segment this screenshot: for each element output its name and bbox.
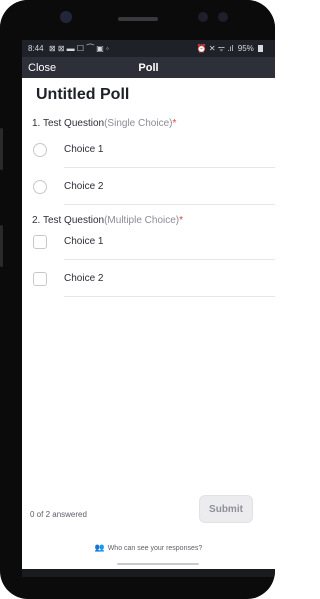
checkbox[interactable] xyxy=(33,234,47,249)
choice-option[interactable]: Choice 1 xyxy=(22,131,275,168)
phone-frame: 8:44 ⊠ ⊠ ▬ ☐ ⏜ ▣ ◦ ⏰ ✕ ᯤ .ıl 95% Close P… xyxy=(0,0,275,599)
poll-content: Untitled Poll 1. Test Question(Single Ch… xyxy=(22,86,275,297)
choice-option[interactable]: Choice 2 xyxy=(22,168,275,205)
choice-label: Choice 1 xyxy=(64,236,104,247)
checkbox[interactable] xyxy=(33,271,47,286)
required-marker: * xyxy=(172,118,177,129)
power-button xyxy=(0,128,3,170)
top-navigation-bar: Close Poll xyxy=(22,57,275,78)
radio-button[interactable] xyxy=(33,142,47,157)
who-can-see-link[interactable]: 👥 Who can see your responses? xyxy=(22,543,275,552)
iris-sensor-icon xyxy=(218,12,228,22)
top-bezel xyxy=(0,0,275,40)
question-text: Test Question xyxy=(42,118,105,129)
question-kind: (Single Choice) xyxy=(104,118,173,129)
battery-percent: 95% xyxy=(237,44,254,53)
divider xyxy=(64,296,275,297)
question-number: 1. xyxy=(32,118,43,129)
choice-label: Choice 1 xyxy=(64,144,104,155)
status-time: 8:44 xyxy=(28,43,44,53)
choice-option[interactable]: Choice 1 xyxy=(22,223,275,260)
status-left: 8:44 ⊠ ⊠ ▬ ☐ ⏜ ▣ ◦ xyxy=(28,44,109,54)
system-icons: ⏰ ✕ ᯤ .ıl xyxy=(196,44,234,53)
who-can-see-label: Who can see your responses? xyxy=(107,545,203,552)
answered-count: 0 of 2 answered xyxy=(30,510,87,519)
poll-title: Untitled Poll xyxy=(36,86,130,103)
choice-option[interactable]: Choice 2 xyxy=(22,260,275,297)
divider xyxy=(64,204,275,205)
choice-label: Choice 2 xyxy=(64,181,104,192)
page-title: Poll xyxy=(138,61,159,74)
people-icon: 👥 xyxy=(94,543,105,552)
status-bar: 8:44 ⊠ ⊠ ▬ ☐ ⏜ ▣ ◦ ⏰ ✕ ᯤ .ıl 95% xyxy=(22,40,275,57)
battery-icon xyxy=(258,45,263,52)
notification-icons: ⊠ ⊠ ▬ ☐ ⏜ ▣ ◦ xyxy=(48,43,109,53)
close-button[interactable]: Close xyxy=(28,62,56,74)
radio-button[interactable] xyxy=(33,179,47,194)
volume-button xyxy=(0,225,3,267)
earpiece-speaker xyxy=(118,17,158,21)
poll-footer: 0 of 2 answered Submit xyxy=(22,491,275,527)
front-camera-icon xyxy=(60,11,72,23)
choice-label: Choice 2 xyxy=(64,273,104,284)
submit-button[interactable]: Submit xyxy=(199,495,253,523)
app-screen: 8:44 ⊠ ⊠ ▬ ☐ ⏜ ▣ ◦ ⏰ ✕ ᯤ .ıl 95% Close P… xyxy=(22,40,275,569)
navigation-gesture-bar xyxy=(22,569,275,577)
sensor-icon xyxy=(198,12,208,22)
question-1-header: 1. Test Question(Single Choice)* xyxy=(32,118,275,129)
status-right: ⏰ ✕ ᯤ .ıl 95% xyxy=(197,43,263,54)
home-indicator[interactable] xyxy=(117,563,199,565)
